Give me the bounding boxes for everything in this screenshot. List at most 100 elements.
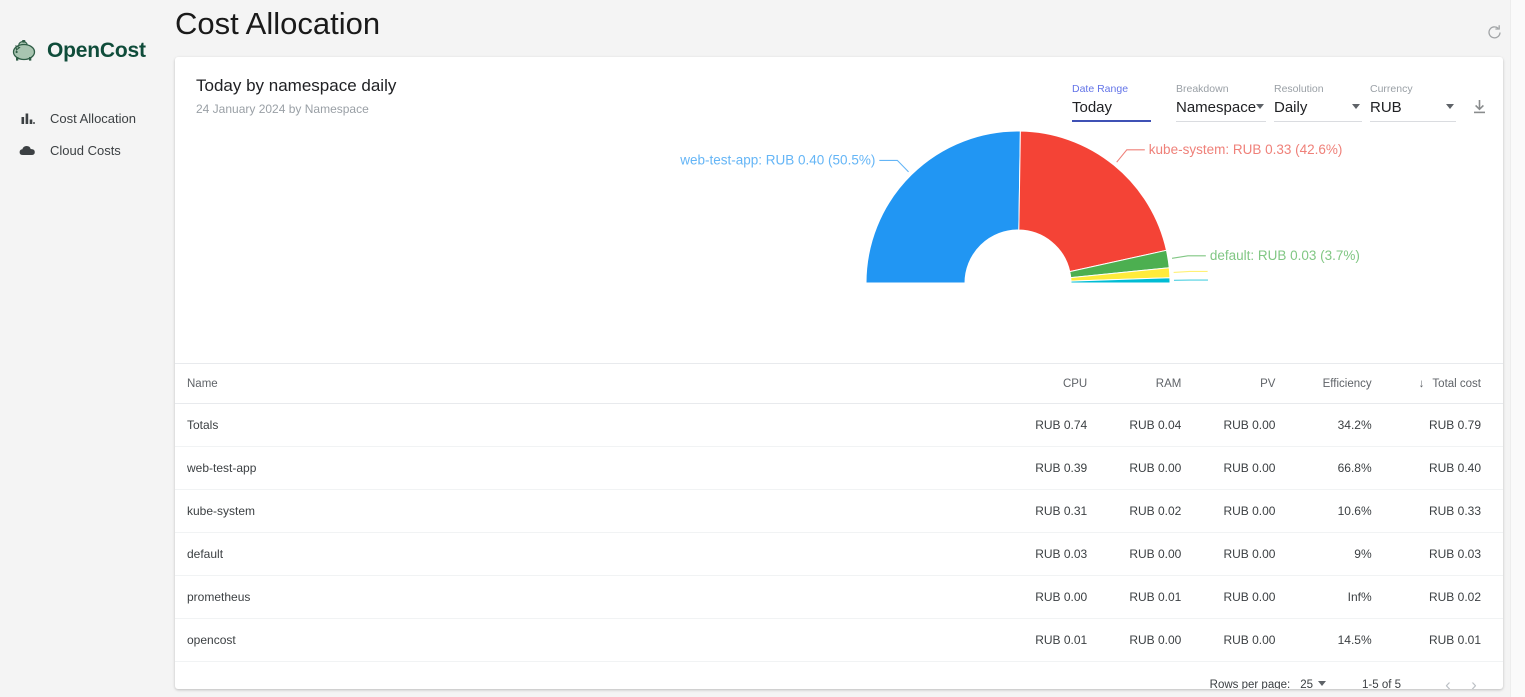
chevron-down-icon [1352, 103, 1360, 109]
download-icon[interactable] [1472, 99, 1487, 120]
sidebar-item-cloud-costs[interactable]: Cloud Costs [0, 134, 165, 166]
cell-efficiency: 10.6% [1297, 489, 1394, 533]
donut-label-kube-system: kube-system: RUB 0.33 (42.6%) [1149, 141, 1343, 156]
cell-cpu: RUB 0.31 [1015, 489, 1110, 533]
breakdown-value: Namespace [1176, 98, 1257, 116]
cell-name: prometheus [175, 575, 1016, 619]
date-range-input[interactable]: Today [1072, 99, 1151, 122]
cell-pv: RUB 0.00 [1203, 618, 1298, 662]
currency-select[interactable]: RUB [1370, 99, 1456, 122]
cell-efficiency: 14.5% [1297, 618, 1394, 662]
sidebar-item-cost-allocation[interactable]: Cost Allocation [0, 102, 165, 134]
table-header: Name CPU RAM PV Efficiency ↓ Total cost [175, 362, 1503, 404]
cell-ram: RUB 0.00 [1109, 532, 1204, 576]
currency-label: Currency [1370, 83, 1413, 95]
table-row[interactable]: Totals RUB 0.74 RUB 0.04 RUB 0.00 34.2% RUB 0… [175, 403, 1503, 447]
card-title: Today by namespace daily [196, 76, 397, 95]
sidebar: OpenCost Cost Allocation Cloud Costs [0, 0, 165, 697]
card-subtitle: 24 January 2024 by Namespace [196, 102, 369, 116]
donut-slice-web-test-app[interactable] [865, 130, 1021, 283]
logo-text: OpenCost [47, 39, 146, 62]
column-header-total-cost-label: Total cost [1432, 377, 1481, 390]
cell-efficiency: 9% [1297, 532, 1394, 576]
topbar: Cost Allocation [165, 0, 1525, 57]
cell-cpu: RUB 0.01 [1015, 618, 1110, 662]
pagination-range: 1-5 of 5 [1362, 678, 1401, 690]
donut-slice-kube-system[interactable] [1018, 130, 1168, 272]
cell-cpu: RUB 0.03 [1015, 532, 1110, 576]
cell-ram: RUB 0.02 [1109, 489, 1204, 533]
refresh-icon[interactable] [1486, 24, 1503, 46]
cell-ram: RUB 0.04 [1109, 403, 1204, 447]
table-body: Totals RUB 0.74 RUB 0.04 RUB 0.00 34.2% RUB 0… [175, 403, 1503, 662]
donut-leader-line-prometheus [1173, 270, 1208, 273]
chevron-down-icon [1256, 103, 1265, 109]
date-range-value: Today [1072, 98, 1113, 116]
cell-efficiency: Inf% [1297, 575, 1394, 619]
column-header-name[interactable]: Name [175, 362, 1016, 404]
bar-chart-icon [19, 112, 36, 125]
donut-chart-svg: web-test-app: RUB 0.40 (50.5%) kube-syste… [679, 130, 1360, 283]
previous-page-button[interactable]: ‹ [1435, 675, 1461, 690]
rows-per-page-value: 25 [1300, 678, 1313, 690]
cell-name: web-test-app [175, 446, 1016, 490]
column-header-ram[interactable]: RAM [1109, 362, 1204, 404]
controls-bar: Date Range Today Breakdown Namespace Res… [1064, 76, 1487, 122]
cell-total: RUB 0.40 [1393, 446, 1503, 490]
sidebar-item-label: Cloud Costs [50, 142, 121, 158]
donut-leader-line-default [1171, 254, 1206, 259]
cell-total: RUB 0.03 [1393, 532, 1503, 576]
table-header-row: Name CPU RAM PV Efficiency ↓ Total cost [175, 362, 1503, 404]
cell-pv: RUB 0.00 [1203, 575, 1298, 619]
rows-per-page-label: Rows per page: [1209, 678, 1291, 690]
currency-value: RUB [1370, 98, 1402, 116]
table-row[interactable]: kube-system RUB 0.31 RUB 0.02 RUB 0.00 10.6%… [175, 489, 1503, 533]
sidebar-item-label: Cost Allocation [50, 110, 136, 126]
cell-name: opencost [175, 618, 1016, 662]
breakdown-field[interactable]: Breakdown Namespace [1176, 84, 1266, 122]
date-range-label: Date Range [1072, 83, 1129, 95]
cell-cpu: RUB 0.74 [1015, 403, 1110, 447]
breakdown-select[interactable]: Namespace [1176, 99, 1266, 122]
table-row[interactable]: web-test-app RUB 0.39 RUB 0.00 RUB 0.00 66.8… [175, 446, 1503, 490]
namespace-cost-chart: web-test-app: RUB 0.40 (50.5%) kube-syste… [175, 122, 1503, 363]
card-title-group: Today by namespace daily 24 January 2024… [196, 76, 396, 122]
resolution-field[interactable]: Resolution Daily [1274, 84, 1362, 122]
column-header-pv[interactable]: PV [1203, 362, 1298, 404]
table-row[interactable]: opencost RUB 0.01 RUB 0.00 RUB 0.00 14.5% RUB… [175, 618, 1503, 662]
cell-pv: RUB 0.00 [1203, 446, 1298, 490]
cell-pv: RUB 0.00 [1203, 532, 1298, 576]
donut-leader-line-web-test-app [879, 159, 909, 172]
column-header-efficiency[interactable]: Efficiency [1297, 362, 1394, 404]
resolution-value: Daily [1274, 98, 1308, 116]
table-row[interactable]: prometheus RUB 0.00 RUB 0.01 RUB 0.00 Inf% RU… [175, 575, 1503, 619]
table-row[interactable]: default RUB 0.03 RUB 0.00 RUB 0.00 9% RUB 0.0… [175, 532, 1503, 576]
column-header-cpu[interactable]: CPU [1015, 362, 1110, 404]
date-range-field[interactable]: Date Range Today [1072, 84, 1168, 122]
resolution-select[interactable]: Daily [1274, 99, 1362, 122]
currency-field[interactable]: Currency RUB [1370, 84, 1456, 122]
card-header: Today by namespace daily 24 January 2024… [175, 57, 1503, 122]
cell-ram: RUB 0.01 [1109, 575, 1204, 619]
chevron-down-icon [1446, 103, 1454, 109]
breakdown-label: Breakdown [1176, 83, 1229, 95]
resolution-label: Resolution [1274, 83, 1324, 95]
rows-per-page-select[interactable]: 25 [1300, 678, 1326, 690]
cloud-icon [19, 144, 36, 156]
cell-ram: RUB 0.00 [1109, 618, 1204, 662]
cell-pv: RUB 0.00 [1203, 403, 1298, 447]
cell-total: RUB 0.33 [1393, 489, 1503, 533]
main-content: Cost Allocation Today by namespace daily… [165, 0, 1525, 697]
pagination: Rows per page: 25 1-5 of 5 ‹ › [175, 662, 1503, 690]
cell-efficiency: 34.2% [1297, 403, 1394, 447]
cell-ram: RUB 0.00 [1109, 446, 1204, 490]
next-page-button[interactable]: › [1461, 675, 1487, 690]
chevron-down-icon [1318, 681, 1326, 686]
page-scrollbar[interactable] [1510, 0, 1525, 697]
opencost-logo[interactable]: OpenCost [0, 34, 165, 68]
cost-allocation-card: Today by namespace daily 24 January 2024… [175, 57, 1503, 689]
column-header-total-cost[interactable]: ↓ Total cost [1393, 362, 1503, 404]
page-title: Cost Allocation [175, 6, 381, 41]
cell-name: kube-system [175, 489, 1016, 533]
donut-label-web-test-app: web-test-app: RUB 0.40 (50.5%) [679, 152, 875, 167]
